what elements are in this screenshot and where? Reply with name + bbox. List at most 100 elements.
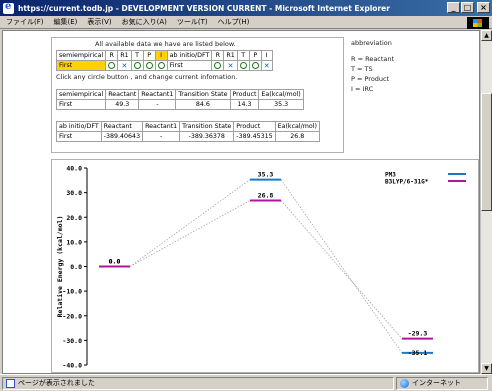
radio-circle-icon[interactable] [157, 61, 165, 69]
table-header: Reactant [105, 89, 140, 100]
table-header: Reactant [100, 121, 144, 132]
legend-label: B3LYP/6-31G* [385, 179, 429, 186]
col-r: R [105, 50, 119, 61]
y-tick-label: 20.0 [66, 214, 82, 222]
data-label: -35.1 [408, 349, 428, 357]
col-i: I [260, 50, 273, 61]
zone-text: インターネット [412, 379, 461, 387]
ie-icon [3, 1, 14, 14]
title-bar: https://current.todb.jp - DEVELOPMENT VE… [0, 0, 492, 16]
table-cell: - [138, 99, 177, 110]
selector-table: semiempirical R R1 T P I ab initio/DFT R… [55, 50, 273, 71]
status-message: ページが表示されました [2, 376, 394, 390]
abbreviation-line: T = TS [351, 65, 373, 73]
table-header: Product [229, 89, 260, 100]
data-label: 35.3 [258, 171, 274, 179]
scroll-up-icon[interactable]: ▲ [481, 30, 492, 41]
table-header: Reactant1 [138, 89, 177, 100]
table-cell: 14.3 [229, 99, 260, 110]
abbreviation-line: R = Reactant [351, 55, 395, 63]
y-tick-label: -40.0 [62, 362, 82, 370]
table-header: Reactant1 [142, 121, 181, 132]
panel-hint: Click any circle button , and change cur… [56, 73, 238, 81]
energy-diagram: 40.0 30.0 20.0 10.0 0.0 -10.0 -20.0 -30.0 -40.0 R… [56, 165, 466, 370]
abbreviation-heading: abbreviation [351, 39, 392, 47]
y-tick-label: 0.0 [70, 263, 82, 271]
table-cell: -389.40643 [100, 131, 144, 142]
y-tick-label: -10.0 [62, 288, 82, 296]
y-axis-label: Relative Energy (kcal/mol) [56, 216, 64, 318]
y-tick-label: 10.0 [66, 238, 82, 246]
col-i: I [154, 50, 168, 61]
col-p: P [142, 50, 156, 61]
x-mark-icon: ✕ [263, 61, 270, 70]
table-header: Product [233, 121, 276, 132]
menu-help[interactable]: ヘルプ(H) [218, 17, 250, 27]
windows-logo-icon [467, 17, 489, 29]
x-mark-icon: ✕ [121, 61, 128, 70]
table-cell: -389.45315 [233, 131, 276, 142]
scroll-thumb[interactable] [481, 93, 492, 211]
close-button[interactable]: × [477, 2, 490, 13]
menu-file[interactable]: ファイル(F) [6, 17, 44, 27]
y-tick-label: 40.0 [66, 165, 82, 173]
globe-icon [400, 378, 409, 388]
data-label: 0.0 [109, 258, 121, 266]
x-mark-icon: ✕ [227, 61, 234, 70]
abbreviation-line: I = IRC [351, 85, 374, 93]
menu-favorites[interactable]: お気に入り(A) [122, 17, 167, 27]
page-icon [6, 378, 15, 388]
radio-circle-icon[interactable] [214, 61, 222, 69]
menu-bar: ファイル(F) 編集(E) 表示(V) お気に入り(A) ツール(T) ヘルプ(… [0, 16, 492, 29]
connector-line [129, 179, 251, 267]
table-header: Ea(kcal/mol) [258, 89, 304, 100]
data-label: -29.3 [408, 330, 428, 338]
menu-view[interactable]: 表示(V) [87, 17, 111, 27]
y-tick-label: 30.0 [66, 189, 82, 197]
table-header: Transition State [175, 89, 231, 100]
table-cell: First [56, 131, 102, 142]
table-cell: 35.3 [258, 99, 304, 110]
legend-label: PM3 [385, 172, 396, 179]
maximize-button[interactable]: □ [461, 2, 474, 13]
minimize-button[interactable]: _ [447, 2, 460, 13]
panel-headline: All available data we have are listed be… [95, 40, 236, 48]
scroll-down-icon[interactable]: ▼ [481, 363, 492, 374]
table-cell: 84.6 [175, 99, 231, 110]
semi-energy-table: semiempirical Reactant Reactant1 Transit… [55, 89, 304, 110]
table-cell: -389.36378 [179, 131, 235, 142]
y-tick-label: -20.0 [62, 312, 82, 320]
abbreviation-legend: abbreviation R = Reactant T = TS P = Pro… [351, 38, 394, 94]
status-zone: インターネット [396, 376, 488, 390]
table-cell: 49.3 [105, 99, 140, 110]
semi-method-cell: First [55, 60, 107, 71]
status-bar: ページが表示されました インターネット [0, 374, 492, 391]
radio-circle-icon[interactable] [108, 61, 116, 69]
col-p: P [248, 50, 262, 61]
abinitio-energy-table: ab initio/DFT Reactant Reactant1 Transit… [56, 121, 320, 142]
col-r1: R1 [117, 50, 132, 61]
table-header: Ea(kcal/mol) [274, 121, 320, 132]
table-cell: First [55, 99, 107, 110]
menu-edit[interactable]: 編集(E) [54, 17, 78, 27]
connector-line [129, 200, 251, 267]
radio-circle-icon[interactable] [145, 61, 153, 69]
window-title: https://current.todb.jp - DEVELOPMENT VE… [18, 3, 390, 13]
col-t: T [130, 50, 144, 61]
radio-circle-icon[interactable] [239, 61, 247, 69]
table-cell: 26.8 [274, 131, 320, 142]
radio-circle-icon[interactable] [251, 61, 259, 69]
selector-panel: All available data we have are listed be… [51, 37, 344, 153]
col-r1: R1 [223, 50, 238, 61]
connector-line [280, 200, 403, 339]
abinitio-method-cell: First [166, 60, 213, 71]
radio-circle-icon[interactable] [133, 61, 141, 69]
y-tick-label: -30.0 [62, 337, 82, 345]
menu-tools[interactable]: ツール(T) [177, 17, 208, 27]
energy-diagram-panel: 40.0 30.0 20.0 10.0 0.0 -10.0 -20.0 -30.0 -40.0 R… [51, 159, 479, 373]
table-cell: - [142, 131, 181, 142]
connector-line [280, 179, 403, 354]
vertical-scrollbar[interactable]: ▲ ▼ [480, 30, 492, 374]
table-header: semiempirical [55, 89, 107, 100]
abbreviation-line: P = Product [351, 75, 390, 83]
